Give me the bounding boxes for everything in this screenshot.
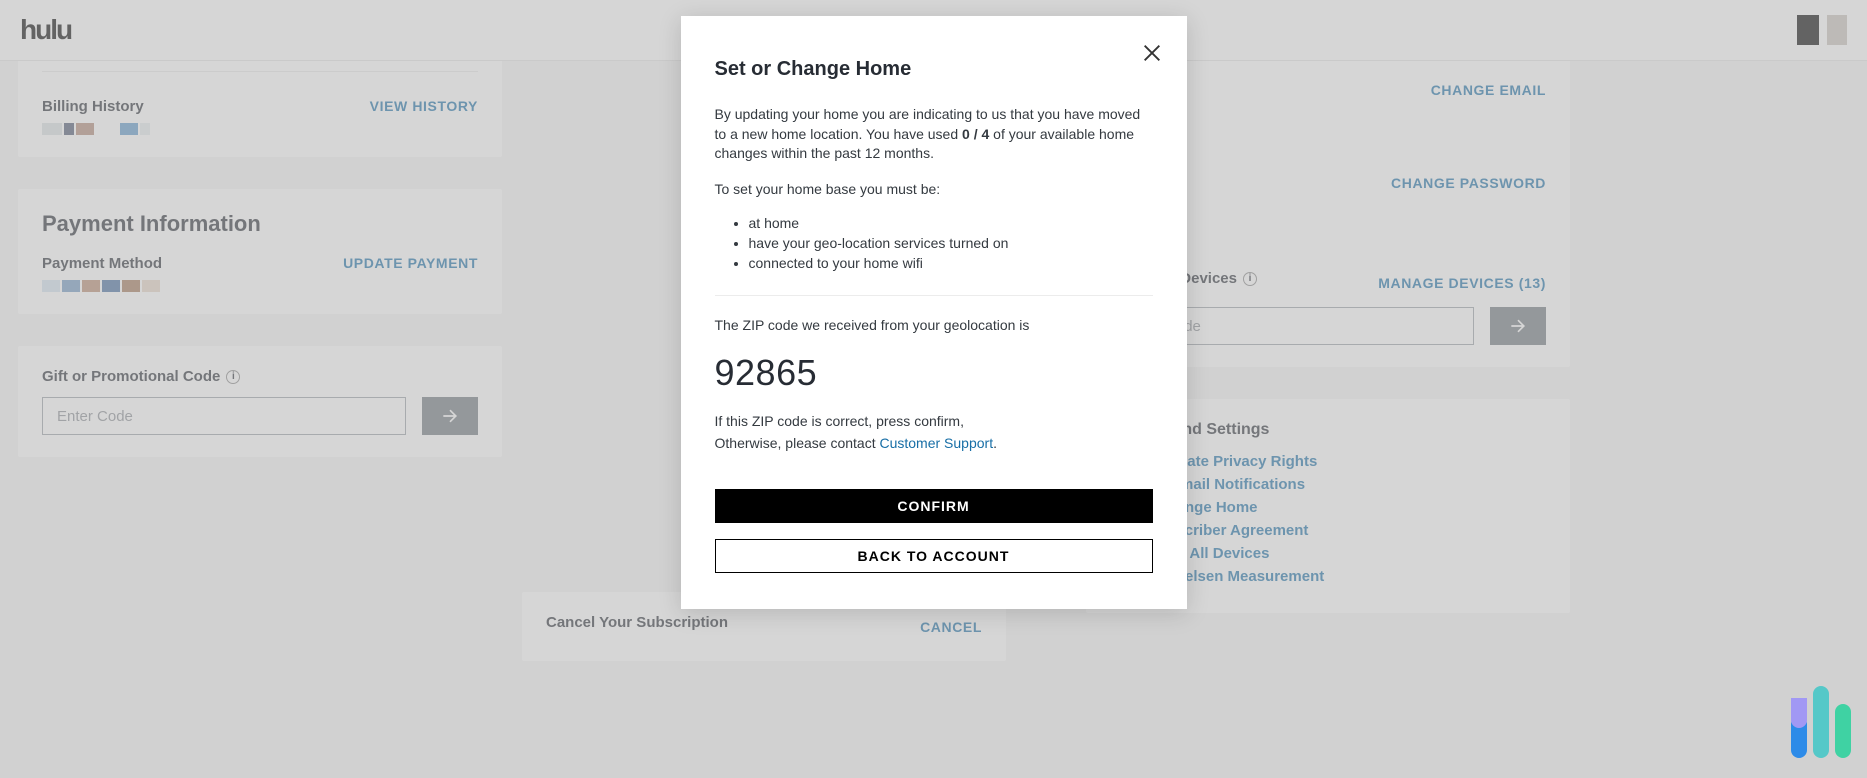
customer-support-link[interactable]: Customer Support [879,435,993,451]
modal-title: Set or Change Home [715,58,1153,81]
requirement-item: at home [749,215,1153,231]
requirement-item: connected to your home wifi [749,255,1153,271]
widget-bar-icon [1791,698,1807,728]
modal-overlay: Set or Change Home By updating your home… [0,0,1867,778]
otherwise-instruction: Otherwise, please contact Customer Suppo… [715,434,1153,454]
close-button[interactable] [1141,42,1163,69]
modal-body-1: By updating your home you are indicating… [715,105,1153,164]
support-widget[interactable] [1791,686,1851,758]
confirm-instruction: If this ZIP code is correct, press confi… [715,412,1153,432]
zip-intro-text: The ZIP code we received from your geolo… [715,316,1153,336]
requirements-list: at home have your geo-location services … [715,215,1153,271]
zip-code-value: 92865 [715,352,1153,394]
widget-bar-icon [1835,704,1851,758]
change-home-modal: Set or Change Home By updating your home… [681,16,1187,609]
close-icon [1141,42,1163,64]
widget-bar-icon [1813,686,1829,758]
requirement-item: have your geo-location services turned o… [749,235,1153,251]
back-to-account-button[interactable]: BACK TO ACCOUNT [715,539,1153,573]
modal-body-2: To set your home base you must be: [715,180,1153,200]
confirm-button[interactable]: CONFIRM [715,489,1153,523]
